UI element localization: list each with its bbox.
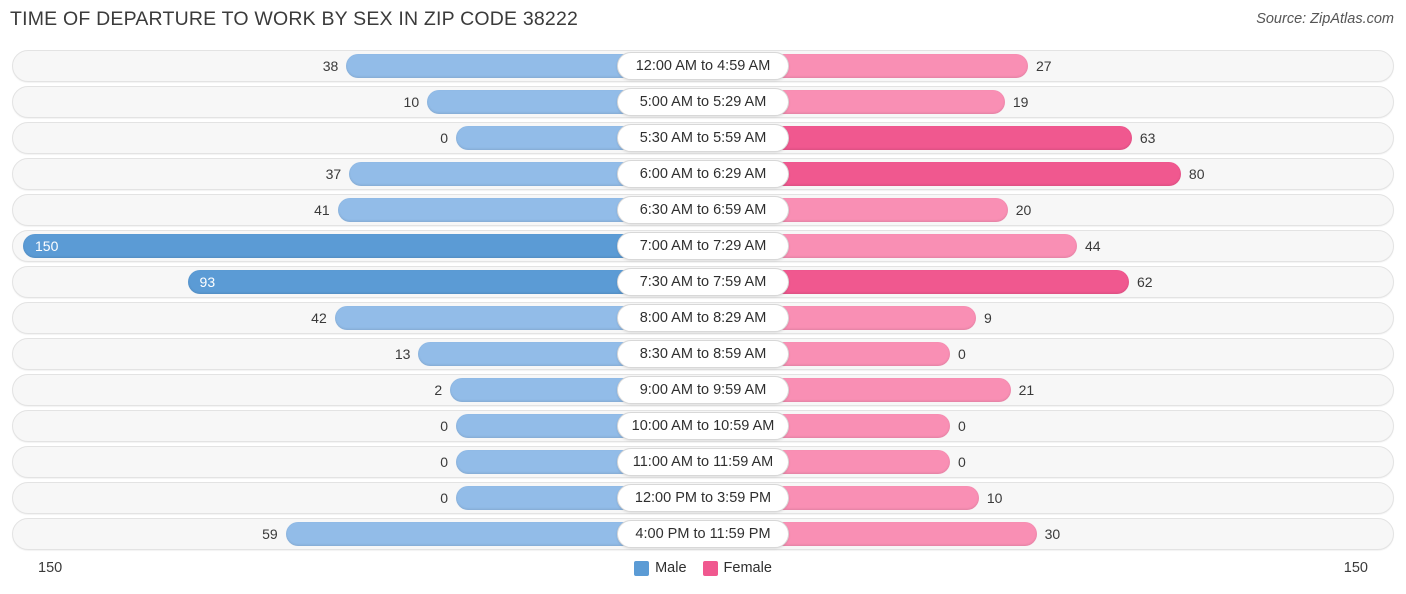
female-value-label: 21 [1018, 382, 1035, 398]
legend-label: Female [723, 560, 772, 576]
chart-legend: Male Female [0, 560, 1406, 576]
chart-row: 42 9 8:00 AM to 8:29 AM [0, 302, 1406, 334]
row-bars: 38 27 12:00 AM to 4:59 AM [0, 50, 1406, 82]
page-title: TIME OF DEPARTURE TO WORK BY SEX IN ZIP … [10, 8, 579, 30]
legend-item-female[interactable]: Female [702, 560, 772, 576]
female-value-label: 0 [958, 418, 966, 434]
category-label: 5:30 AM to 5:59 AM [617, 124, 789, 152]
female-value-label: 20 [1015, 202, 1032, 218]
legend-item-male[interactable]: Male [634, 560, 687, 576]
category-label: 7:30 AM to 7:59 AM [617, 268, 789, 296]
chart-row: 38 27 12:00 AM to 4:59 AM [0, 50, 1406, 82]
male-value-label: 41 [314, 202, 330, 218]
chart-row: 37 80 6:00 AM to 6:29 AM [0, 158, 1406, 190]
row-bars: 2 21 9:00 AM to 9:59 AM [0, 374, 1406, 406]
chart-footer: 150 150 Male Female [0, 556, 1406, 590]
male-value-label: 150 [35, 238, 59, 254]
category-label: 12:00 AM to 4:59 AM [617, 52, 789, 80]
female-value-label: 30 [1044, 526, 1061, 542]
category-label: 9:00 AM to 9:59 AM [617, 376, 789, 404]
source-attribution: Source: ZipAtlas.com [1256, 11, 1394, 27]
row-bars: 37 80 6:00 AM to 6:29 AM [0, 158, 1406, 190]
female-value-label: 0 [958, 454, 966, 470]
male-value-label: 42 [311, 310, 327, 326]
legend-swatch-icon [702, 560, 718, 576]
chart-row: 59 30 4:00 PM to 11:59 PM [0, 518, 1406, 550]
category-label: 10:00 AM to 10:59 AM [617, 412, 789, 440]
female-value-label: 9 [983, 310, 992, 326]
category-label: 11:00 AM to 11:59 AM [617, 448, 789, 476]
row-bars: 150 44 7:00 AM to 7:29 AM [0, 230, 1406, 262]
female-value-label: 62 [1136, 274, 1153, 290]
male-value-label: 0 [440, 130, 448, 146]
chart-row: 0 10 12:00 PM to 3:59 PM [0, 482, 1406, 514]
row-bars: 0 10 12:00 PM to 3:59 PM [0, 482, 1406, 514]
female-value-label: 0 [958, 346, 966, 362]
female-value-label: 10 [986, 490, 1003, 506]
chart-row: 13 0 8:30 AM to 8:59 AM [0, 338, 1406, 370]
category-label: 6:00 AM to 6:29 AM [617, 160, 789, 188]
row-bars: 0 63 5:30 AM to 5:59 AM [0, 122, 1406, 154]
male-value-label: 0 [440, 454, 448, 470]
row-bars: 13 0 8:30 AM to 8:59 AM [0, 338, 1406, 370]
category-label: 12:00 PM to 3:59 PM [617, 484, 789, 512]
category-label: 7:00 AM to 7:29 AM [617, 232, 789, 260]
chart-row: 2 21 9:00 AM to 9:59 AM [0, 374, 1406, 406]
male-value-label: 13 [394, 346, 411, 362]
chart-row: 93 62 7:30 AM to 7:59 AM [0, 266, 1406, 298]
row-bars: 59 30 4:00 PM to 11:59 PM [0, 518, 1406, 550]
category-label: 6:30 AM to 6:59 AM [617, 196, 789, 224]
row-bars: 0 0 10:00 AM to 10:59 AM [0, 410, 1406, 442]
chart-row: 41 20 6:30 AM to 6:59 AM [0, 194, 1406, 226]
chart-rows: 38 27 12:00 AM to 4:59 AM 10 19 5:00 AM to 5:… [0, 50, 1406, 554]
chart-row: 10 19 5:00 AM to 5:29 AM [0, 86, 1406, 118]
category-label: 5:00 AM to 5:29 AM [617, 88, 789, 116]
male-bar [23, 234, 703, 258]
chart-page: TIME OF DEPARTURE TO WORK BY SEX IN ZIP … [0, 0, 1406, 594]
female-value-label: 19 [1012, 94, 1029, 110]
category-label: 8:00 AM to 8:29 AM [617, 304, 789, 332]
chart-row: 150 44 7:00 AM to 7:29 AM [0, 230, 1406, 262]
male-value-label: 2 [434, 382, 443, 398]
female-value-label: 44 [1085, 238, 1101, 254]
category-label: 8:30 AM to 8:59 AM [617, 340, 789, 368]
category-label: 4:00 PM to 11:59 PM [617, 520, 789, 548]
female-value-label: 80 [1188, 166, 1205, 182]
male-value-label: 10 [403, 94, 420, 110]
chart-row: 0 0 11:00 AM to 11:59 AM [0, 446, 1406, 478]
legend-label: Male [655, 560, 687, 576]
row-bars: 0 0 11:00 AM to 11:59 AM [0, 446, 1406, 478]
row-bars: 42 9 8:00 AM to 8:29 AM [0, 302, 1406, 334]
row-bars: 10 19 5:00 AM to 5:29 AM [0, 86, 1406, 118]
row-bars: 41 20 6:30 AM to 6:59 AM [0, 194, 1406, 226]
male-value-label: 0 [440, 418, 448, 434]
male-value-label: 59 [262, 526, 278, 542]
chart-row: 0 0 10:00 AM to 10:59 AM [0, 410, 1406, 442]
chart-row: 0 63 5:30 AM to 5:59 AM [0, 122, 1406, 154]
male-value-label: 37 [325, 166, 342, 182]
chart-header: TIME OF DEPARTURE TO WORK BY SEX IN ZIP … [0, 0, 1406, 44]
male-value-label: 0 [440, 490, 448, 506]
row-bars: 93 62 7:30 AM to 7:59 AM [0, 266, 1406, 298]
male-value-label: 93 [199, 274, 216, 290]
female-value-label: 63 [1139, 130, 1156, 146]
female-value-label: 27 [1035, 58, 1052, 74]
male-value-label: 38 [322, 58, 339, 74]
legend-swatch-icon [634, 560, 650, 576]
